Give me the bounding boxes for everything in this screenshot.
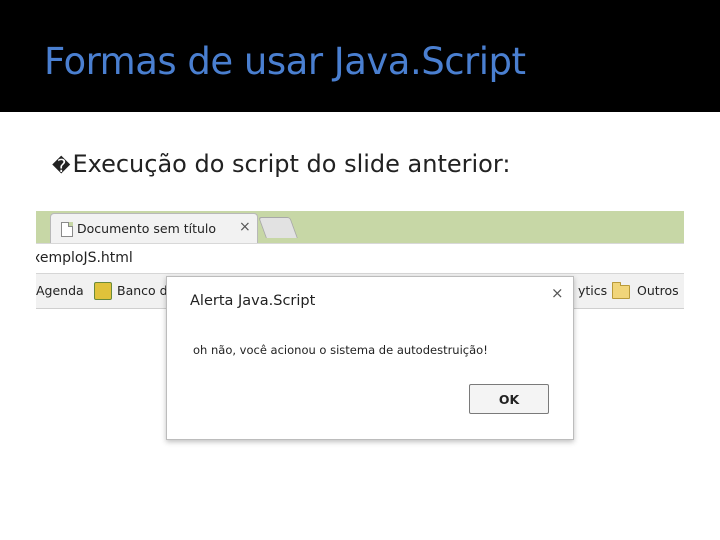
slide-title: Formas de usar Java.Script: [44, 40, 526, 83]
browser-tab[interactable]: Documento sem título ×: [50, 213, 258, 244]
slide-header: Formas de usar Java.Script: [0, 0, 720, 112]
bullet-item: �Execução do script do slide anterior:: [52, 150, 510, 178]
bookmark-outros[interactable]: Outros: [637, 283, 679, 298]
new-tab-button[interactable]: [258, 217, 298, 238]
ok-button[interactable]: OK: [469, 384, 549, 414]
bullet-text: Execução do script do slide anterior:: [72, 150, 511, 178]
tab-strip: Documento sem título ×: [36, 211, 684, 244]
url-text: xemploJS.html: [36, 250, 133, 266]
bookmark-agenda[interactable]: Agenda: [36, 283, 84, 298]
close-icon[interactable]: ×: [551, 284, 564, 302]
bookmark-banco[interactable]: Banco d: [117, 283, 168, 298]
bookmark-ytics[interactable]: ytics: [578, 283, 607, 298]
document-icon: [61, 222, 73, 237]
folder-icon: [612, 282, 630, 299]
dialog-title: Alerta Java.Script: [190, 293, 316, 309]
tab-title: Documento sem título: [77, 221, 217, 236]
dialog-message: oh não, você acionou o sistema de autode…: [193, 343, 488, 357]
alert-dialog: Alerta Java.Script × oh não, você aciono…: [166, 276, 574, 440]
close-icon[interactable]: ×: [239, 219, 251, 235]
bookmark-icon: [94, 282, 112, 300]
bullet-icon: �: [52, 156, 71, 177]
address-bar[interactable]: xemploJS.html: [36, 243, 684, 274]
